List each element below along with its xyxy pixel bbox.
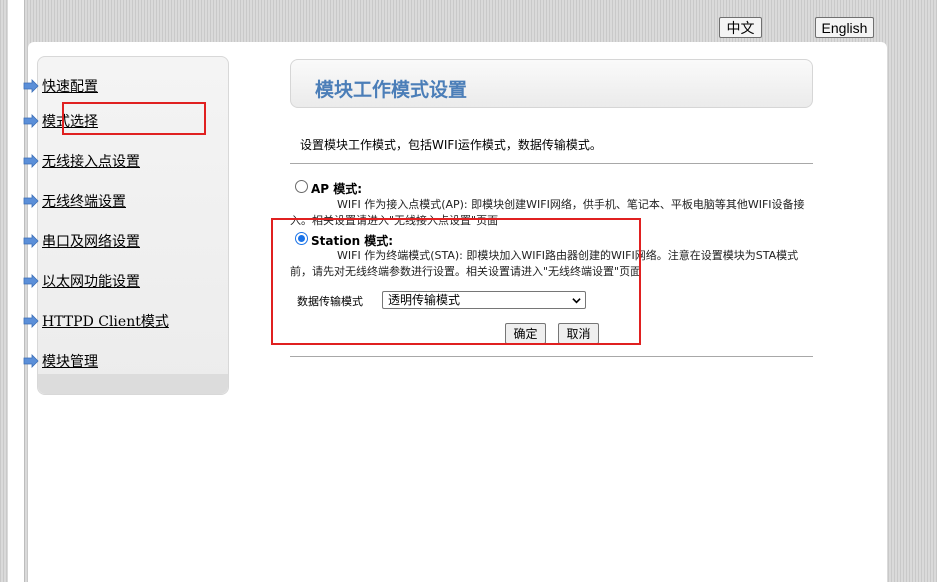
arrow-right-icon bbox=[23, 194, 39, 208]
sidebar-item-label: 无线终端设置 bbox=[42, 194, 126, 210]
divider-bottom bbox=[290, 356, 813, 357]
sidebar-item-label: 以太网功能设置 bbox=[42, 274, 140, 290]
arrow-right-icon bbox=[23, 234, 39, 248]
sidebar-item-serial-network[interactable]: 串口及网络设置 bbox=[23, 231, 140, 251]
sidebar-item-httpd-client[interactable]: HTTPD Client模式 bbox=[23, 311, 169, 331]
page-title: 模块工作模式设置 bbox=[315, 79, 468, 101]
sidebar-item-label: 串口及网络设置 bbox=[42, 234, 140, 250]
ap-mode-radio[interactable] bbox=[295, 180, 308, 193]
lang-chinese-button[interactable]: 中文 bbox=[719, 17, 762, 38]
sidebar-item-label: HTTPD Client模式 bbox=[42, 314, 169, 330]
highlight-box-station bbox=[271, 218, 641, 345]
sidebar-item-module-management[interactable]: 模块管理 bbox=[23, 351, 98, 371]
page-description: 设置模块工作模式，包括WIFI运作模式，数据传输模式。 bbox=[300, 138, 602, 152]
ap-mode-label: AP 模式: bbox=[311, 182, 363, 196]
sidebar-item-label: 无线接入点设置 bbox=[42, 154, 140, 170]
sidebar-item-label: 快速配置 bbox=[42, 79, 98, 95]
arrow-right-icon bbox=[23, 314, 39, 328]
page-title-box: 模块工作模式设置 bbox=[290, 59, 813, 108]
highlight-box-mode-select bbox=[62, 102, 206, 135]
sidebar-item-sta-settings[interactable]: 无线终端设置 bbox=[23, 191, 126, 211]
arrow-right-icon bbox=[23, 114, 39, 128]
sidebar-item-ap-settings[interactable]: 无线接入点设置 bbox=[23, 151, 140, 171]
sidebar-item-label: 模块管理 bbox=[42, 354, 98, 370]
arrow-right-icon bbox=[23, 274, 39, 288]
arrow-right-icon bbox=[23, 354, 39, 368]
arrow-right-icon bbox=[23, 154, 39, 168]
sidebar-item-ethernet[interactable]: 以太网功能设置 bbox=[23, 271, 140, 291]
sidebar-item-quick-config[interactable]: 快速配置 bbox=[23, 76, 98, 96]
arrow-right-icon bbox=[23, 79, 39, 93]
sidebar-footer bbox=[38, 374, 228, 394]
divider-top bbox=[290, 163, 813, 164]
lang-english-button[interactable]: English bbox=[815, 17, 874, 38]
